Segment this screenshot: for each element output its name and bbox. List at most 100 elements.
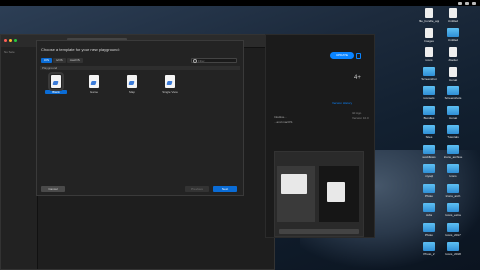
desktop-item-label: Iconat <box>448 77 458 82</box>
desktop-item-label: workflows <box>422 154 436 159</box>
folder-icon <box>423 144 435 154</box>
desktop-item[interactable]: iconsets <box>419 86 439 100</box>
next-button[interactable]: Next <box>213 186 237 192</box>
template-label: Blank <box>45 90 67 94</box>
folder-icon <box>447 27 459 37</box>
desktop-item[interactable]: Bundles <box>419 105 439 120</box>
navigator-sidebar: No Sele <box>1 47 38 269</box>
desktop-item-label: Photo <box>425 193 433 198</box>
template-label: Single View <box>162 90 178 94</box>
desktop-item-label: Icons_archive <box>443 154 463 159</box>
template-label: Map <box>129 90 135 94</box>
desktop-item-label: Bundles <box>423 115 435 120</box>
desktop-item-label: Iconat <box>448 115 458 120</box>
update-version: Version 10.0 <box>352 116 369 120</box>
swift-file-icon <box>165 75 175 88</box>
screenshot-preview[interactable] <box>274 151 364 237</box>
template-map[interactable]: Map <box>121 75 143 94</box>
swift-file-icon <box>48 72 64 91</box>
zoom-window-icon[interactable] <box>14 39 17 42</box>
desktop-item-label: Icons_2018 <box>445 252 461 256</box>
preview-card <box>281 174 307 194</box>
desktop-item[interactable]: Untitled <box>443 27 463 42</box>
filter-input[interactable] <box>198 58 236 63</box>
folder-icon <box>447 222 459 232</box>
desktop-item-label: Icons_2017 <box>445 232 461 237</box>
desktop-item-label: Photo_2 <box>423 252 435 256</box>
desktop-item[interactable]: file_bundle_appliq_Xcode <box>419 8 439 23</box>
file-icon <box>425 8 433 18</box>
folder-icon <box>447 242 459 251</box>
desktop-item-label: Tutorials <box>447 135 459 139</box>
tab-ios[interactable]: iOS <box>41 58 53 63</box>
template-single-view[interactable]: Single View <box>159 75 181 94</box>
desktop-item-label: mysql <box>425 174 433 178</box>
description-line: ...and macOS <box>274 120 293 124</box>
close-window-icon[interactable] <box>4 39 7 42</box>
preview-card <box>327 182 345 202</box>
tab-tvos[interactable]: tvOS <box>53 58 66 63</box>
desktop-item-label: Icons_arch <box>445 193 461 198</box>
wifi-icon[interactable] <box>458 1 462 5</box>
desktop-item[interactable]: workflows <box>419 144 439 159</box>
desktop-item-label: file_bundle_appliq_Xcode <box>419 19 439 23</box>
section-header: Playground <box>40 66 240 70</box>
tab-macos[interactable]: macOS <box>66 58 83 63</box>
desktop-item[interactable]: Photo <box>419 222 439 237</box>
desktop-item[interactable]: Icons_extra <box>443 203 463 217</box>
desktop-item[interactable]: mysql <box>419 164 439 178</box>
desktop-item[interactable]: Icons_2018 <box>443 242 463 256</box>
desktop-item[interactable]: Jobs <box>419 203 439 217</box>
previous-button[interactable]: Previous <box>185 186 209 192</box>
template-blank[interactable]: Blank <box>45 72 67 94</box>
update-button[interactable]: UPDATE <box>330 52 354 59</box>
desktop-item[interactable]: Icons_archive <box>443 144 463 159</box>
file-icon <box>449 66 457 77</box>
file-icon <box>425 47 433 57</box>
folder-icon <box>447 203 459 212</box>
desktop-item[interactable]: Screenshots <box>443 86 463 100</box>
swift-file-icon <box>89 75 99 88</box>
folder-icon <box>423 203 435 212</box>
desktop-item-label: Jobs <box>425 213 433 217</box>
minimize-window-icon[interactable] <box>9 39 12 42</box>
desktop-item[interactable]: Photo_2 <box>419 242 439 256</box>
folder-icon <box>447 183 459 193</box>
desktop-item[interactable]: Icons_arch <box>443 183 463 198</box>
dialog-title: Choose a template for your new playgroun… <box>41 47 120 52</box>
desktop-item[interactable]: Tutorials <box>443 125 463 139</box>
desktop-item[interactable]: Images <box>419 27 439 43</box>
version-history-link[interactable]: Version History <box>332 101 352 105</box>
desktop-item[interactable]: Untitled <box>443 8 463 23</box>
folder-icon <box>447 125 459 134</box>
navigator-placeholder: No Sele <box>4 50 15 54</box>
folder-icon <box>423 222 435 232</box>
desktop-item[interactable]: Sites <box>419 125 439 139</box>
template-grid: Blank Game Map Single View <box>45 72 181 94</box>
desktop-item-label: iconsets <box>423 96 435 100</box>
cancel-button[interactable]: Cancel <box>41 186 65 192</box>
app-store-window: UPDATE 4+ Version History 3d Ago Version… <box>265 34 375 238</box>
desktop-item[interactable]: Icons_2017 <box>443 222 463 237</box>
share-icon[interactable] <box>356 53 361 59</box>
battery-icon[interactable] <box>465 1 469 5</box>
desktop-item[interactable]: Icons <box>443 164 463 178</box>
folder-icon <box>423 86 435 95</box>
clock-icon[interactable] <box>472 1 476 5</box>
filter-icon <box>193 58 197 63</box>
desktop-item[interactable]: Iconat <box>443 66 463 82</box>
update-date: 3d Ago <box>352 111 362 115</box>
desktop-item[interactable]: JGetter <box>443 47 463 62</box>
desktop-item-label: Icons <box>449 174 457 178</box>
filter-field[interactable] <box>191 58 237 63</box>
folder-icon <box>423 164 435 173</box>
desktop-item-label: Photo <box>425 232 433 237</box>
template-game[interactable]: Game <box>83 75 105 94</box>
desktop-item[interactable]: icons <box>419 47 439 62</box>
desktop-item-label: Icons_extra <box>445 213 461 217</box>
desktop-item-label: Screenshots <box>444 96 462 100</box>
desktop-item[interactable]: Screenshot <box>419 66 439 81</box>
desktop-item[interactable]: Iconat <box>443 105 463 120</box>
template-chooser-dialog: Choose a template for your new playgroun… <box>36 40 244 196</box>
desktop-item[interactable]: Photo <box>419 183 439 198</box>
